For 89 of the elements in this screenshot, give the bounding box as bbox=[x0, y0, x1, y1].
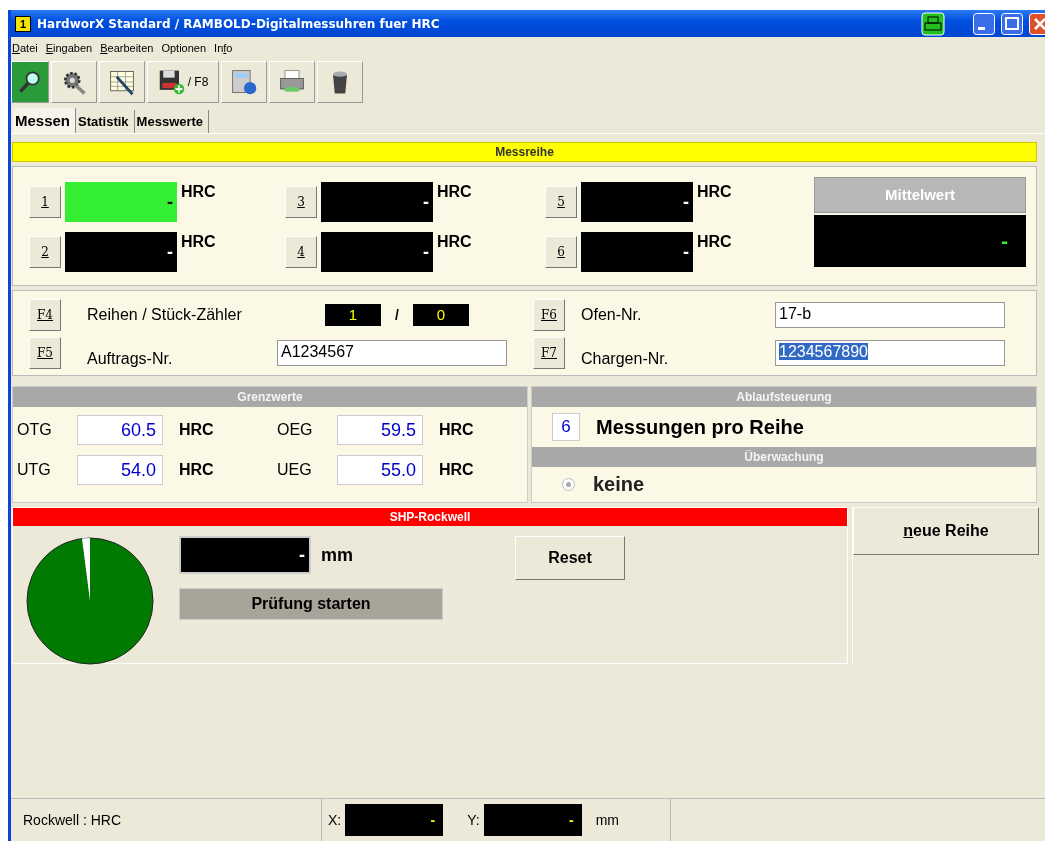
order-field[interactable]: A1234567 bbox=[277, 340, 507, 366]
counter-separator: / bbox=[395, 307, 399, 323]
f4-button[interactable]: F4 bbox=[29, 299, 61, 331]
furnace-field[interactable]: 17-b bbox=[775, 302, 1005, 328]
unit-label: HRC bbox=[179, 461, 214, 479]
tab[interactable]: Messen bbox=[13, 108, 77, 133]
piece-counter: 0 bbox=[412, 304, 469, 326]
unit-label: HRC bbox=[437, 233, 472, 251]
unit-label: HRC bbox=[181, 233, 216, 251]
menu-item[interactable]: Bearbeiten bbox=[100, 42, 154, 54]
f7-button[interactable]: F7 bbox=[533, 337, 565, 369]
measurement-display: - bbox=[581, 182, 693, 222]
f5-button[interactable]: F5 bbox=[29, 337, 61, 369]
section-header: Messreihe bbox=[12, 142, 1037, 162]
mean-display: - bbox=[814, 215, 1026, 267]
new-series-button[interactable]: neue Reihe bbox=[853, 507, 1039, 555]
section-header: Ablaufsteuerung bbox=[532, 387, 1036, 407]
section-header: SHP-Rockwell bbox=[13, 508, 847, 526]
measurement-button[interactable]: 4 bbox=[285, 236, 317, 268]
limit-label: OTG bbox=[17, 421, 53, 439]
search-button[interactable] bbox=[11, 61, 49, 103]
maximize-button[interactable] bbox=[1001, 12, 1023, 35]
x-display: - bbox=[345, 804, 444, 836]
printer-button[interactable] bbox=[269, 61, 315, 103]
measurement-display: - bbox=[65, 182, 177, 222]
status-mode: Rockwell : HRC bbox=[23, 812, 121, 828]
measurement-button[interactable]: 5 bbox=[545, 186, 577, 218]
limit-label: UEG bbox=[277, 461, 313, 479]
menu-item[interactable]: Eingaben bbox=[45, 42, 93, 54]
section-header: Überwachung bbox=[532, 447, 1036, 467]
calculator-icon bbox=[230, 68, 258, 96]
unit-label: HRC bbox=[181, 183, 216, 201]
limit-label: UTG bbox=[17, 461, 52, 479]
limit-field[interactable]: 59.5 bbox=[337, 415, 423, 445]
unit-label: HRC bbox=[697, 233, 732, 251]
trash-button[interactable] bbox=[317, 61, 363, 103]
unit-label: HRC bbox=[439, 461, 474, 479]
unit-label: HRC bbox=[697, 183, 732, 201]
y-label: Y: bbox=[467, 812, 480, 828]
app-icon: 1 bbox=[15, 15, 31, 32]
measurement-display: - bbox=[321, 182, 433, 222]
save-button[interactable]: / F8 bbox=[147, 61, 219, 103]
measurement-button[interactable]: 2 bbox=[29, 236, 61, 268]
measurement-display: - bbox=[581, 232, 693, 272]
section-header: Grenzwerte bbox=[13, 387, 527, 407]
unit-label: HRC bbox=[439, 421, 474, 439]
tab[interactable]: Messwerte bbox=[134, 110, 210, 133]
table-pencil-icon bbox=[108, 68, 136, 96]
mean-label: Mittelwert bbox=[814, 177, 1026, 213]
unit-label: mm bbox=[595, 812, 620, 828]
start-test-button[interactable]: Prüfung starten bbox=[179, 588, 443, 620]
menu-item[interactable]: Optionen bbox=[161, 42, 207, 54]
unit-label: HRC bbox=[179, 421, 214, 439]
close-button[interactable] bbox=[1029, 12, 1045, 35]
radio-label: keine bbox=[593, 473, 645, 496]
limit-label: OEG bbox=[277, 421, 314, 439]
count-field[interactable]: 6 bbox=[552, 413, 580, 441]
limit-field[interactable]: 54.0 bbox=[77, 455, 163, 485]
y-display: - bbox=[483, 804, 582, 836]
unit-label: HRC bbox=[437, 183, 472, 201]
limit-field[interactable]: 60.5 bbox=[77, 415, 163, 445]
x-label: X: bbox=[328, 812, 342, 828]
window-title: HardworX Standard / RAMBOLD-Digitalmessuhren fuer HRC bbox=[37, 16, 441, 31]
calculator-button[interactable] bbox=[221, 61, 267, 103]
measurement-button[interactable]: 3 bbox=[285, 186, 317, 218]
reset-button[interactable]: Reset bbox=[515, 536, 625, 580]
limit-field[interactable]: 55.0 bbox=[337, 455, 423, 485]
furnace-label: Ofen-Nr. bbox=[581, 306, 643, 324]
menu-item[interactable]: Info bbox=[214, 42, 233, 54]
table-edit-button[interactable] bbox=[99, 61, 145, 103]
tab[interactable]: Statistik bbox=[76, 110, 135, 133]
floppy-disk-icon bbox=[157, 68, 186, 96]
counter-label: Reihen / Stück-Zähler bbox=[87, 306, 243, 324]
measurement-display: - bbox=[321, 232, 433, 272]
measurement-button[interactable]: 1 bbox=[29, 186, 61, 218]
count-label: Messungen pro Reihe bbox=[596, 415, 804, 439]
menu-item[interactable]: Datei bbox=[12, 42, 38, 54]
minimize-button[interactable] bbox=[973, 12, 995, 35]
unit-label: mm bbox=[321, 544, 353, 566]
order-label: Auftrags-Nr. bbox=[87, 350, 174, 368]
series-counter: 1 bbox=[325, 304, 381, 326]
batch-label: Chargen-Nr. bbox=[581, 350, 670, 368]
measurement-button[interactable]: 6 bbox=[545, 236, 577, 268]
batch-field[interactable]: 1234567890 bbox=[775, 340, 1005, 366]
depth-display: - bbox=[179, 536, 311, 574]
settings-button[interactable] bbox=[51, 61, 97, 103]
printer-icon[interactable] bbox=[921, 11, 945, 36]
measurement-display: - bbox=[65, 232, 177, 272]
f6-button[interactable]: F6 bbox=[533, 299, 565, 331]
